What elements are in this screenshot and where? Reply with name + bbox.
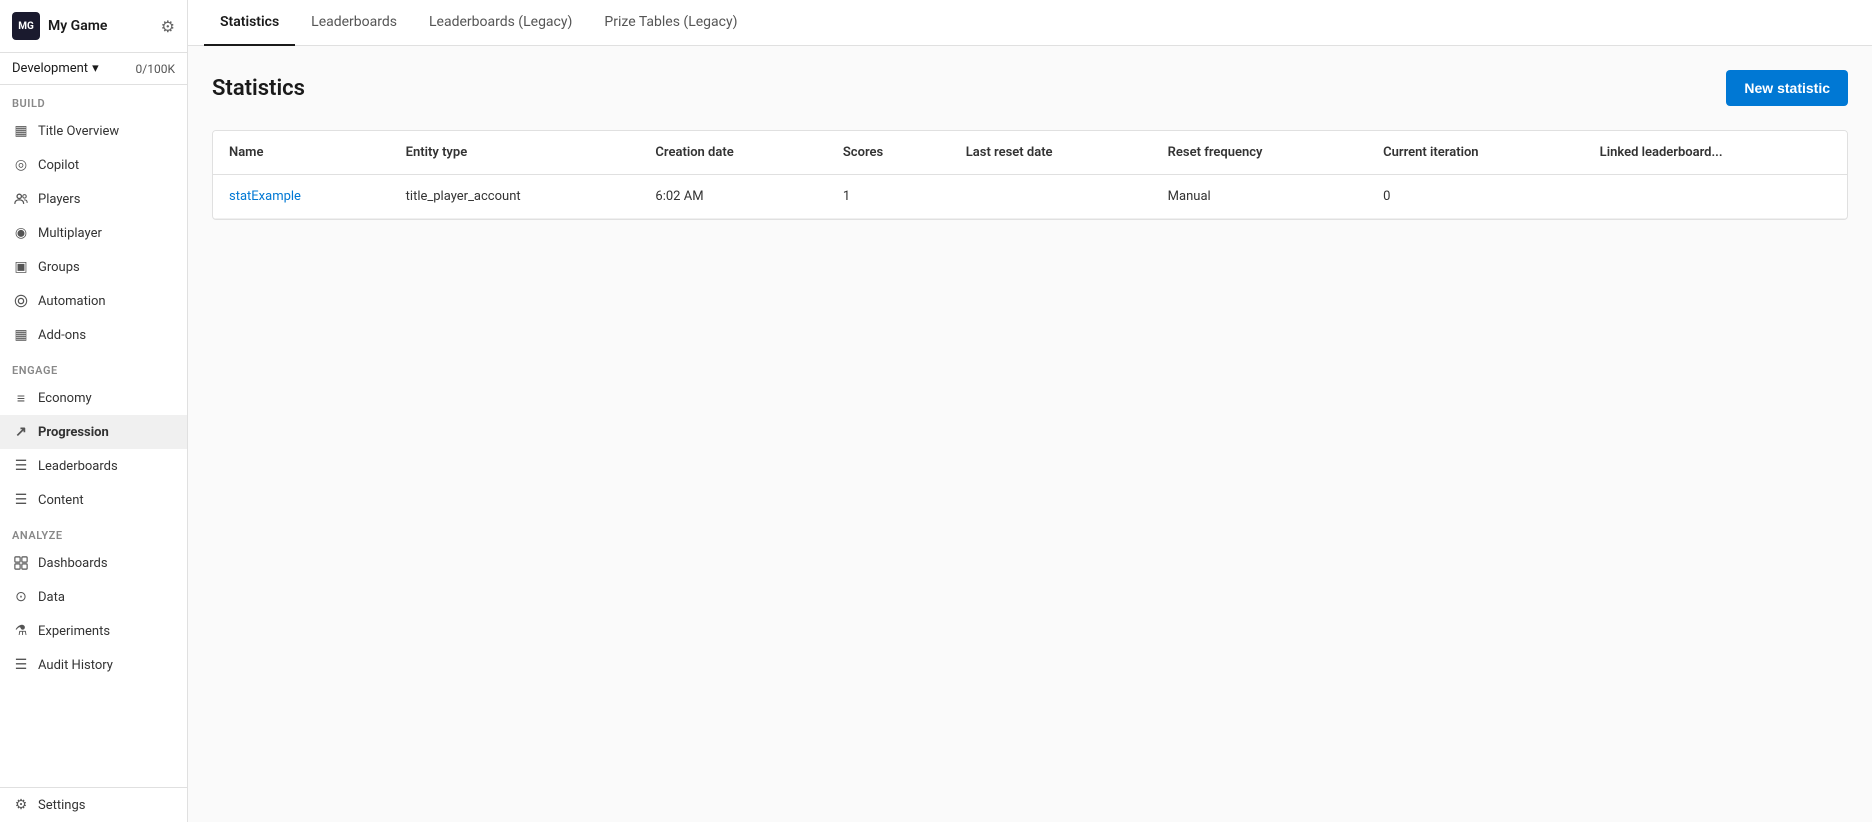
env-count: 0/100K <box>136 62 175 76</box>
sidebar-item-audit-history[interactable]: ☰ Audit History <box>0 648 187 682</box>
tab-leaderboards[interactable]: Leaderboards <box>295 0 413 46</box>
sidebar-item-experiments[interactable]: ⚗ Experiments <box>0 614 187 648</box>
chevron-down-icon: ▾ <box>92 61 99 76</box>
groups-icon: ▣ <box>12 258 30 276</box>
sidebar-item-label: Copilot <box>38 158 79 173</box>
col-header-current-iteration: Current iteration <box>1367 131 1584 175</box>
sidebar-item-label: Multiplayer <box>38 226 102 241</box>
sidebar-item-multiplayer[interactable]: ◉ Multiplayer <box>0 216 187 250</box>
env-name: Development <box>12 61 88 76</box>
sidebar-item-label: Content <box>38 493 84 508</box>
title-overview-icon: ▦ <box>12 122 30 140</box>
sidebar-item-label: Leaderboards <box>38 459 118 474</box>
progression-icon: ↗ <box>12 423 30 441</box>
sidebar-item-label: Players <box>38 192 80 207</box>
audit-history-icon: ☰ <box>12 656 30 674</box>
sidebar-item-copilot[interactable]: ◎ Copilot <box>0 148 187 182</box>
sidebar-item-add-ons[interactable]: ▦ Add-ons <box>0 318 187 352</box>
sidebar-item-label: Progression <box>38 425 109 440</box>
cell-current-iteration: 0 <box>1367 175 1584 219</box>
cell-scores: 1 <box>827 175 950 219</box>
sidebar-item-label: Economy <box>38 391 92 406</box>
sidebar-item-dashboards[interactable]: Dashboards <box>0 546 187 580</box>
sidebar-item-label: Experiments <box>38 624 110 639</box>
analyze-section-label: ANALYZE <box>0 517 187 546</box>
top-tabs: Statistics Leaderboards Leaderboards (Le… <box>188 0 1872 46</box>
page-title: Statistics <box>212 76 305 101</box>
economy-icon: ≡ <box>12 389 30 407</box>
dashboards-icon <box>12 554 30 572</box>
tab-statistics[interactable]: Statistics <box>204 0 295 46</box>
col-header-last-reset-date: Last reset date <box>950 131 1152 175</box>
sidebar-item-label: Audit History <box>38 658 113 673</box>
tab-leaderboards-legacy[interactable]: Leaderboards (Legacy) <box>413 0 588 46</box>
page-header: Statistics New statistic <box>212 70 1848 106</box>
sidebar-item-settings[interactable]: ⚙ Settings <box>0 787 187 822</box>
table-row: statExample title_player_account 6:02 AM… <box>213 175 1847 219</box>
sidebar-item-label: Add-ons <box>38 328 86 343</box>
col-header-scores: Scores <box>827 131 950 175</box>
page-content: Statistics New statistic Name Entity typ… <box>188 46 1872 822</box>
sidebar-logo-area: MG My Game <box>12 12 107 40</box>
cell-reset-frequency: Manual <box>1152 175 1368 219</box>
sidebar-item-content[interactable]: ☰ Content <box>0 483 187 517</box>
sidebar-item-label: Settings <box>38 798 85 813</box>
settings-icon: ⚙ <box>12 796 30 814</box>
sidebar-item-groups[interactable]: ▣ Groups <box>0 250 187 284</box>
leaderboards-icon: ☰ <box>12 457 30 475</box>
tab-prize-tables-legacy[interactable]: Prize Tables (Legacy) <box>588 0 753 46</box>
cell-linked-leaderboard <box>1584 175 1847 219</box>
sidebar-item-label: Automation <box>38 294 106 309</box>
env-selector[interactable]: Development ▾ 0/100K <box>0 53 187 85</box>
add-ons-icon: ▦ <box>12 326 30 344</box>
sidebar-item-label: Data <box>38 590 65 605</box>
sidebar: MG My Game ⚙ Development ▾ 0/100K BUILD … <box>0 0 188 822</box>
sidebar-item-label: Groups <box>38 260 80 275</box>
data-icon: ⊙ <box>12 588 30 606</box>
cell-creation-date: 6:02 AM <box>639 175 826 219</box>
col-header-linked-leaderboard: Linked leaderboard... <box>1584 131 1847 175</box>
experiments-icon: ⚗ <box>12 622 30 640</box>
statistics-table: Name Entity type Creation date Scores La… <box>213 131 1847 219</box>
col-header-creation-date: Creation date <box>639 131 826 175</box>
stat-example-link[interactable]: statExample <box>229 189 301 204</box>
table-header-row: Name Entity type Creation date Scores La… <box>213 131 1847 175</box>
settings-gear-icon[interactable]: ⚙ <box>161 17 175 36</box>
sidebar-item-leaderboards[interactable]: ☰ Leaderboards <box>0 449 187 483</box>
app-logo: MG <box>12 12 40 40</box>
sidebar-header: MG My Game ⚙ <box>0 0 187 53</box>
cell-last-reset-date <box>950 175 1152 219</box>
players-icon <box>12 190 30 208</box>
col-header-name: Name <box>213 131 390 175</box>
main-content: Statistics Leaderboards Leaderboards (Le… <box>188 0 1872 822</box>
sidebar-item-progression[interactable]: ↗ Progression <box>0 415 187 449</box>
sidebar-item-label: Title Overview <box>38 124 119 139</box>
cell-name: statExample <box>213 175 390 219</box>
cell-entity-type: title_player_account <box>390 175 640 219</box>
content-icon: ☰ <box>12 491 30 509</box>
engage-section-label: ENGAGE <box>0 352 187 381</box>
copilot-icon: ◎ <box>12 156 30 174</box>
sidebar-item-economy[interactable]: ≡ Economy <box>0 381 187 415</box>
sidebar-item-data[interactable]: ⊙ Data <box>0 580 187 614</box>
multiplayer-icon: ◉ <box>12 224 30 242</box>
sidebar-item-title-overview[interactable]: ▦ Title Overview <box>0 114 187 148</box>
new-statistic-button[interactable]: New statistic <box>1726 70 1848 106</box>
col-header-entity-type: Entity type <box>390 131 640 175</box>
statistics-table-container: Name Entity type Creation date Scores La… <box>212 130 1848 220</box>
automation-icon <box>12 292 30 310</box>
sidebar-item-label: Dashboards <box>38 556 108 571</box>
col-header-reset-frequency: Reset frequency <box>1152 131 1368 175</box>
app-title: My Game <box>48 18 107 34</box>
build-section-label: BUILD <box>0 85 187 114</box>
sidebar-item-automation[interactable]: Automation <box>0 284 187 318</box>
sidebar-item-players[interactable]: Players <box>0 182 187 216</box>
